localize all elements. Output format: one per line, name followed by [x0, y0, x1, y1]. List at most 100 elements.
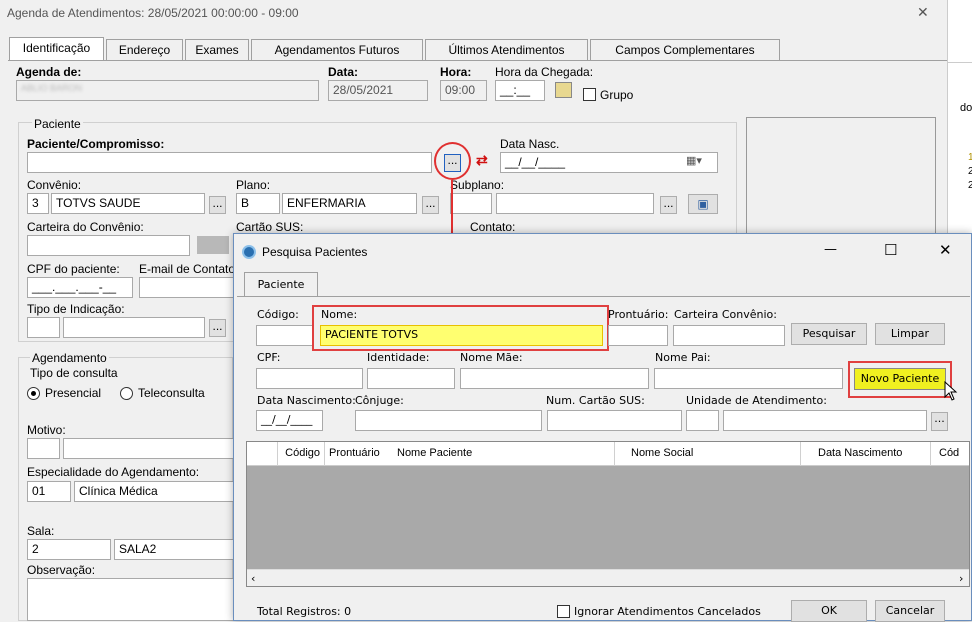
- motivo-name-field[interactable]: [63, 438, 235, 459]
- cartao-sus-label: Cartão SUS:: [236, 220, 304, 234]
- convenio-code-field[interactable]: 3: [27, 193, 49, 214]
- tab-endereco[interactable]: Endereço: [106, 39, 183, 60]
- sala-code-field[interactable]: 2: [27, 539, 111, 560]
- email-field[interactable]: [139, 277, 235, 298]
- email-label: E-mail de Contato:: [139, 262, 239, 276]
- prontuario-field[interactable]: [608, 325, 668, 346]
- indicacao-name-field[interactable]: [63, 317, 205, 338]
- identidade-field[interactable]: [367, 368, 455, 389]
- convenio-name-field[interactable]: TOTVS SAUDE: [51, 193, 205, 214]
- hora-label: Hora:: [440, 65, 472, 79]
- motivo-label: Motivo:: [27, 423, 66, 437]
- grupo-checkbox[interactable]: [583, 88, 596, 101]
- unidade-code-field[interactable]: [686, 410, 719, 431]
- mouse-cursor-icon: [944, 381, 958, 401]
- col-nome-paciente[interactable]: Nome Paciente: [393, 442, 615, 466]
- cpf-dialog-field[interactable]: [256, 368, 363, 389]
- agenda-label: Agenda de:: [16, 65, 82, 79]
- carteira-field[interactable]: [27, 235, 190, 256]
- pesquisa-pacientes-dialog: Pesquisa Pacientes — ☐ ✕ Paciente Código…: [233, 233, 972, 622]
- observacao-field[interactable]: [27, 578, 235, 621]
- num-cartao-sus-label: Num. Cartão SUS:: [546, 394, 645, 407]
- dialog-minimize-button[interactable]: —: [824, 242, 837, 257]
- subplano-search-button[interactable]: ...: [660, 196, 677, 214]
- unidade-search-button[interactable]: ...: [931, 412, 948, 431]
- sala-name-field[interactable]: SALA2: [114, 539, 235, 560]
- swap-icon[interactable]: ⇄: [476, 152, 488, 169]
- novo-paciente-red-highlight: [848, 361, 952, 398]
- data-label: Data:: [328, 65, 359, 79]
- especialidade-code-field[interactable]: 01: [27, 481, 71, 502]
- tab-agendamentos-futuros[interactable]: Agendamentos Futuros: [251, 39, 423, 60]
- unidade-atendimento-label: Unidade de Atendimento:: [686, 394, 827, 407]
- plano-code-field[interactable]: B: [236, 193, 280, 214]
- paciente-label: Paciente/Compromisso:: [27, 137, 165, 151]
- col-data-nascimento[interactable]: Data Nascimento: [801, 442, 931, 466]
- data-nascimento-field[interactable]: __/__/____: [256, 410, 323, 431]
- ok-button[interactable]: OK: [791, 600, 867, 622]
- window-close-button[interactable]: ✕: [917, 4, 929, 21]
- subplano-name-field[interactable]: [496, 193, 654, 214]
- paciente-field[interactable]: [27, 152, 432, 173]
- unidade-name-field[interactable]: [723, 410, 927, 431]
- hora-field: 09:00: [440, 80, 487, 101]
- data-nasc-label: Data Nasc.: [500, 137, 560, 151]
- hora-chegada-field[interactable]: __:__: [495, 80, 545, 101]
- calendar-dropdown-icon[interactable]: ▦▾: [686, 154, 702, 167]
- col-nome-social[interactable]: Nome Social: [615, 442, 801, 466]
- conjuge-field[interactable]: [355, 410, 542, 431]
- col-prontuario[interactable]: Prontuário: [325, 442, 393, 466]
- indicacao-search-button[interactable]: ...: [209, 319, 226, 337]
- teleconsulta-radio[interactable]: [120, 387, 133, 400]
- clock-icon[interactable]: [555, 82, 572, 98]
- tab-ultimos-atendimentos[interactable]: Últimos Atendimentos: [425, 39, 588, 60]
- plano-search-button[interactable]: ...: [422, 196, 439, 214]
- ignorar-checkbox[interactable]: [557, 605, 570, 618]
- prontuario-label: Prontuário:: [608, 308, 669, 321]
- grupo-label: Grupo: [600, 88, 634, 102]
- pesquisar-button[interactable]: Pesquisar: [791, 323, 867, 345]
- horizontal-scrollbar[interactable]: ‹ ›: [247, 569, 969, 586]
- subplano-code-field[interactable]: [450, 193, 492, 214]
- right-text-1: 1: [968, 152, 972, 163]
- card-reader-icon[interactable]: [197, 236, 229, 254]
- data-nascimento-label: Data Nascimento:: [257, 394, 356, 407]
- col-codigo[interactable]: Código: [278, 442, 325, 466]
- tab-exames[interactable]: Exames: [185, 39, 249, 60]
- total-registros: Total Registros: 0: [257, 605, 352, 618]
- right-text-do: do: [960, 102, 972, 114]
- dialog-title: Pesquisa Pacientes: [262, 245, 368, 259]
- nome-mae-field[interactable]: [460, 368, 649, 389]
- cpf-field[interactable]: ___.___.___-__: [27, 277, 133, 298]
- convenio-search-button[interactable]: ...: [209, 196, 226, 214]
- tab-campos-complementares[interactable]: Campos Complementares: [590, 39, 780, 60]
- plano-name-field[interactable]: ENFERMARIA: [282, 193, 417, 214]
- col-codigo-2[interactable]: Cód: [931, 442, 969, 466]
- card-icon-button[interactable]: ▣: [688, 194, 718, 214]
- codigo-label: Código:: [257, 308, 299, 321]
- agenda-field: ABLIO BARON: [16, 80, 319, 101]
- observacao-label: Observação:: [27, 563, 96, 577]
- limpar-button[interactable]: Limpar: [875, 323, 945, 345]
- cpf-label: CPF do paciente:: [27, 262, 120, 276]
- dialog-maximize-button[interactable]: ☐: [884, 241, 897, 259]
- nome-pai-field[interactable]: [654, 368, 843, 389]
- carteira-convenio-field[interactable]: [673, 325, 785, 346]
- indicacao-code-field[interactable]: [27, 317, 60, 338]
- cancelar-button[interactable]: Cancelar: [875, 600, 945, 622]
- conjuge-label: Cônjuge:: [355, 394, 404, 407]
- dialog-tab-paciente[interactable]: Paciente: [244, 272, 318, 297]
- ignorar-label: Ignorar Atendimentos Cancelados: [574, 605, 761, 618]
- especialidade-name-field[interactable]: Clínica Médica: [74, 481, 235, 502]
- scroll-right-arrow[interactable]: ›: [959, 572, 963, 585]
- carteira-label: Carteira do Convênio:: [27, 220, 144, 234]
- dialog-close-button[interactable]: ✕: [939, 241, 952, 259]
- scroll-left-arrow[interactable]: ‹: [251, 572, 255, 585]
- num-cartao-sus-field[interactable]: [547, 410, 682, 431]
- tab-identificacao[interactable]: Identificação: [9, 37, 104, 61]
- convenio-label: Convênio:: [27, 178, 82, 192]
- agendamento-group-label: Agendamento: [30, 351, 109, 365]
- codigo-field[interactable]: [256, 325, 314, 346]
- motivo-code-field[interactable]: [27, 438, 60, 459]
- presencial-radio[interactable]: [27, 387, 40, 400]
